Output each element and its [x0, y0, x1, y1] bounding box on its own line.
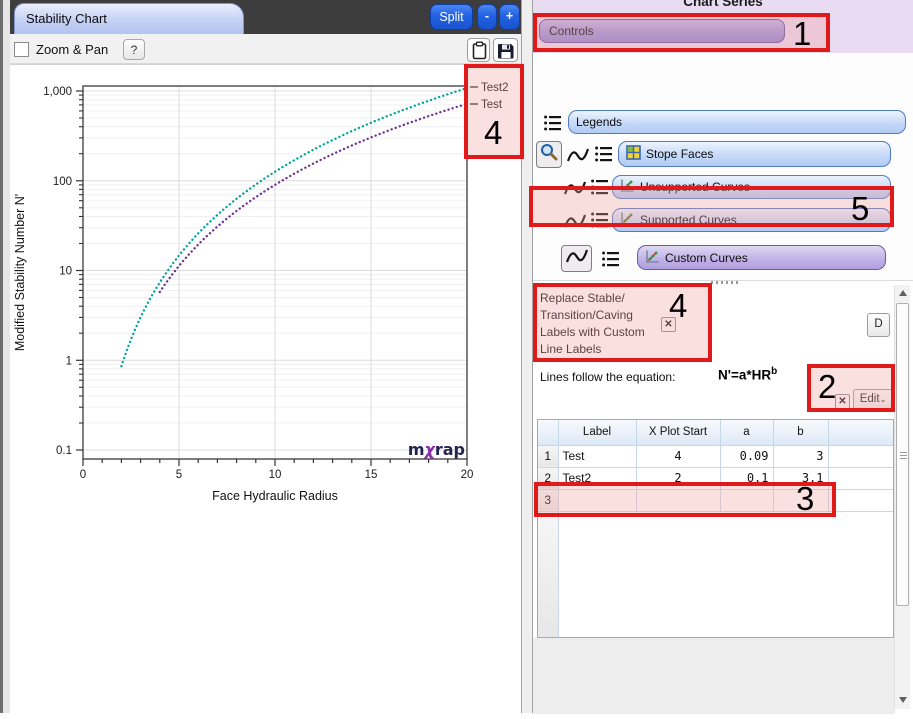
- search-series-button[interactable]: [536, 141, 562, 168]
- line-chart-toggle-button[interactable]: [561, 245, 592, 272]
- custom-lines-table[interactable]: Label X Plot Start a b 1 Test 4 0.09 3 2…: [537, 419, 894, 638]
- svg-text:Modified Stability Number N': Modified Stability Number N': [13, 194, 27, 351]
- cell-a[interactable]: 0.09: [720, 445, 773, 467]
- help-button[interactable]: ?: [123, 39, 145, 60]
- table-empty-area: [538, 511, 894, 638]
- arrow-down-icon: [899, 697, 907, 703]
- zoom-pan-checkbox[interactable]: [14, 42, 29, 57]
- thumb-grip-icon: [900, 452, 907, 459]
- row-number[interactable]: 1: [538, 445, 558, 467]
- col-x-plot-start: X Plot Start: [636, 420, 720, 445]
- annotation-digit: 3: [796, 482, 814, 516]
- tab-stability-chart[interactable]: Stability Chart: [14, 3, 244, 34]
- scroll-down-button[interactable]: [896, 693, 910, 707]
- svg-text:Face Hydraulic Radius: Face Hydraulic Radius: [212, 489, 338, 503]
- cell-b[interactable]: 3: [773, 445, 828, 467]
- table-row[interactable]: 1 Test 4 0.09 3: [538, 445, 894, 467]
- annotation-digit: 4: [484, 116, 502, 150]
- list-icon[interactable]: [594, 144, 613, 169]
- annotation-digit: 1: [793, 17, 811, 51]
- panel-title: Chart Series: [533, 0, 913, 9]
- svg-text:100: 100: [53, 176, 72, 188]
- row-header-column: [538, 511, 558, 638]
- series-label: Custom Curves: [665, 251, 748, 265]
- list-icon[interactable]: [601, 249, 620, 274]
- scrollbar-thumb[interactable]: [896, 303, 909, 606]
- copy-to-clipboard-button[interactable]: [467, 38, 490, 62]
- cell-x-plot-start[interactable]: 4: [636, 445, 720, 467]
- svg-text:1,000: 1,000: [43, 86, 72, 98]
- split-button[interactable]: Split: [430, 4, 473, 30]
- list-icon[interactable]: [543, 113, 562, 138]
- annotation-box-1: 1: [533, 13, 830, 52]
- series-list: Legends Stope Faces: [533, 53, 913, 280]
- col-filler: [828, 420, 894, 445]
- svg-text:20: 20: [461, 469, 474, 481]
- col-a: a: [720, 420, 773, 445]
- grid-icon: [626, 145, 641, 163]
- d-button[interactable]: D: [867, 313, 890, 337]
- col-label: Label: [558, 420, 636, 445]
- svg-text:0.1: 0.1: [56, 445, 72, 457]
- annotation-digit: 4: [669, 289, 687, 323]
- add-tab-button[interactable]: +: [499, 4, 520, 30]
- series-label: Legends: [576, 115, 622, 129]
- chart-panel: Stability Chart Split - + Zoom & Pan ? 0…: [10, 0, 521, 713]
- line-chart-icon: [565, 246, 589, 271]
- zoom-pan-label: Zoom & Pan: [36, 42, 108, 57]
- col-b: b: [773, 420, 828, 445]
- svg-text:10: 10: [59, 266, 72, 278]
- stability-chart[interactable]: 051015200.11101001,000Test2TestmχrapFace…: [10, 64, 521, 713]
- arrow-up-icon: [899, 290, 907, 296]
- chart-toolbar: Zoom & Pan ?: [10, 34, 521, 64]
- window-left-edge: [0, 0, 10, 713]
- cell-filler: [828, 489, 894, 511]
- series-button-stope-faces[interactable]: Stope Faces: [618, 141, 891, 167]
- svg-text:mχrap: mχrap: [408, 440, 465, 459]
- save-icon: [497, 47, 515, 64]
- empty-cells: [558, 511, 894, 638]
- cell-filler: [828, 467, 894, 489]
- svg-text:1: 1: [66, 355, 72, 367]
- svg-text:10: 10: [269, 469, 282, 481]
- annotation-digit: 2: [818, 370, 836, 404]
- magnifier-icon: [539, 142, 559, 167]
- scroll-up-button[interactable]: [896, 286, 910, 300]
- cell-label[interactable]: Test: [558, 445, 636, 467]
- annotation-box-5: 5: [529, 186, 894, 227]
- tab-bar: Stability Chart Split - +: [10, 0, 521, 34]
- stability-chart-plot: 051015200.11101001,000Test2TestmχrapFace…: [10, 65, 521, 714]
- cell-filler: [828, 445, 894, 467]
- series-button-custom-curves[interactable]: Custom Curves: [637, 245, 886, 270]
- vertical-scrollbar[interactable]: [894, 285, 910, 709]
- curves-icon: [645, 249, 660, 267]
- equation-text: N'=a*HRb: [718, 366, 777, 383]
- series-label: Stope Faces: [646, 147, 713, 161]
- annotation-box-3: 3: [534, 482, 836, 517]
- save-button[interactable]: [493, 38, 518, 62]
- table-header-row: Label X Plot Start a b: [538, 420, 894, 445]
- svg-text:15: 15: [365, 469, 378, 481]
- annotation-box-4: 4: [464, 64, 524, 159]
- col-corner: [538, 420, 558, 445]
- annotation-digit: 5: [851, 192, 869, 226]
- annotation-box-4: 4: [533, 283, 712, 362]
- annotation-box-2: 2: [807, 364, 895, 412]
- panel-footer: [533, 638, 895, 714]
- svg-text:5: 5: [176, 469, 182, 481]
- line-chart-icon[interactable]: [566, 145, 590, 170]
- svg-text:0: 0: [80, 469, 86, 481]
- equation-label: Lines follow the equation:: [540, 370, 675, 384]
- clipboard-icon: [471, 47, 488, 64]
- section-grip-handle[interactable]: [711, 281, 741, 284]
- remove-tab-button[interactable]: -: [477, 4, 497, 30]
- series-button-legends[interactable]: Legends: [568, 110, 906, 134]
